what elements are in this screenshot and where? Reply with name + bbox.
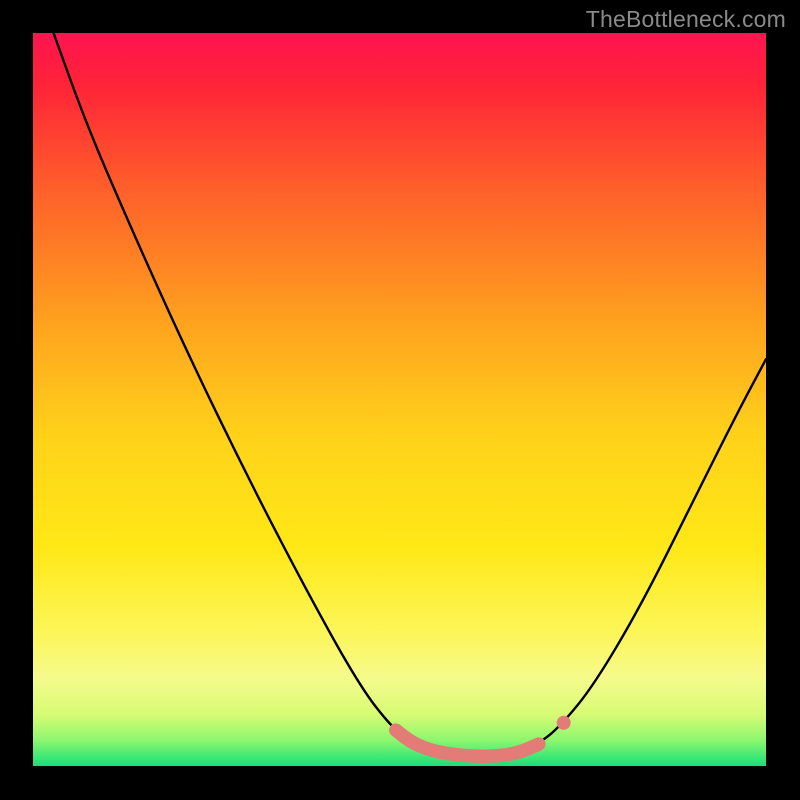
- chart-frame: TheBottleneck.com: [0, 0, 800, 800]
- marker-dot: [557, 716, 571, 730]
- watermark-text: TheBottleneck.com: [586, 6, 786, 33]
- gradient-background: [33, 33, 766, 766]
- chart-plot: [33, 33, 766, 766]
